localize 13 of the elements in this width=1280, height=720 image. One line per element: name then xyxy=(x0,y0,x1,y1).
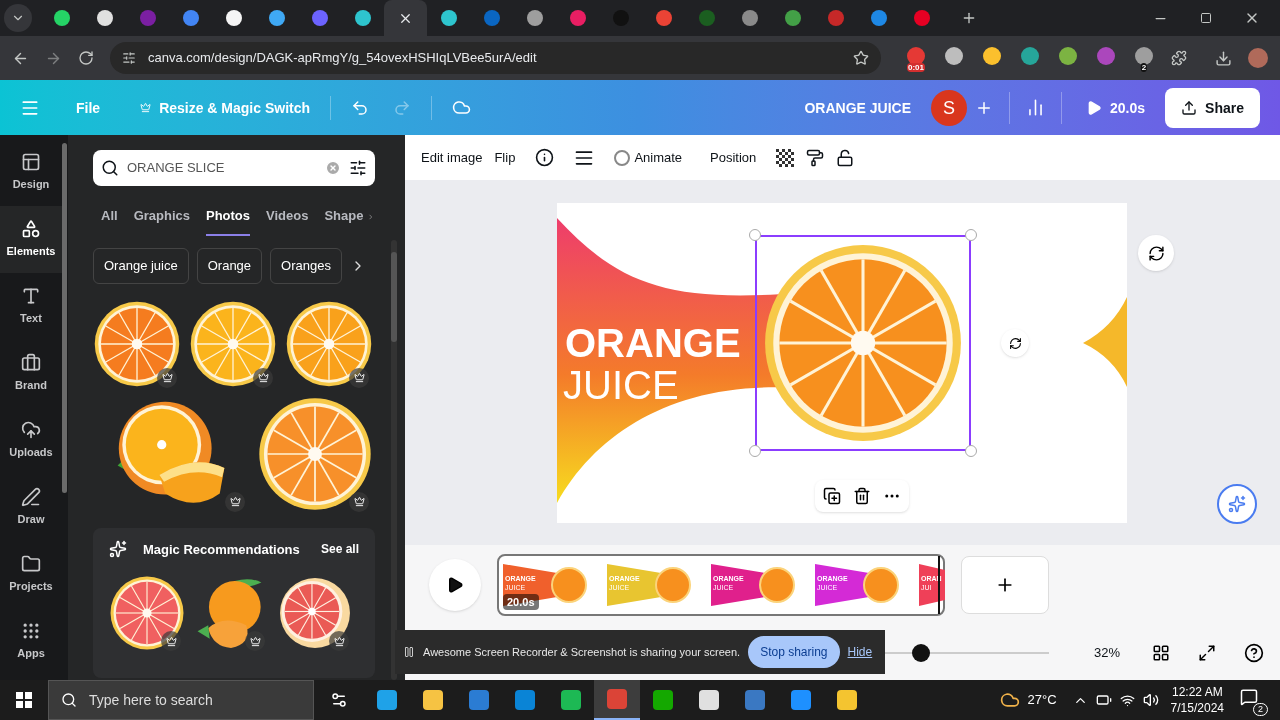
zoom-percent: 32% xyxy=(1092,643,1120,662)
slide-subtitle: JUICE xyxy=(563,363,679,407)
notification-count: 2 xyxy=(1253,703,1268,716)
weather-text: 27°C xyxy=(1027,691,1057,710)
slide-title: ORANGE xyxy=(565,321,741,365)
clock-date: 7/15/2024 xyxy=(1170,700,1224,716)
url-text: canva.com/design/DAGK-apRmgY/g_54ovexHSHIqLVBee5urA/edit xyxy=(148,49,538,68)
clock-time: 12:22 AM xyxy=(1171,684,1223,700)
extension-badge: 0:01 xyxy=(907,63,925,72)
section-title: Magic Recommendations xyxy=(143,540,300,559)
extension-badge: 2 xyxy=(1140,63,1148,72)
notification-text: Awesome Screen Recorder & Screenshot is sharing your screen. xyxy=(423,644,741,660)
duration-label: 20.0s xyxy=(503,593,539,610)
